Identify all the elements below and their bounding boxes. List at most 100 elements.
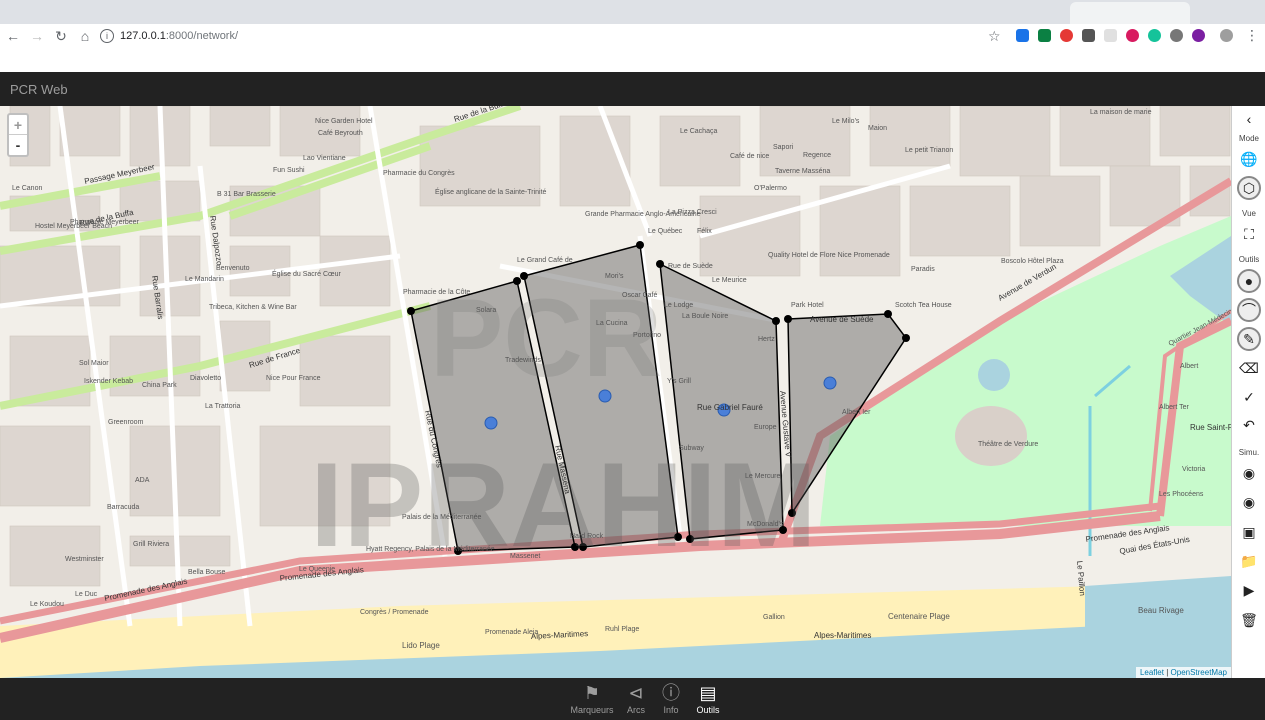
tab-marqueurs[interactable]: ⚑ Marqueurs xyxy=(570,681,614,719)
poi-greenroom: Greenroom xyxy=(108,419,144,426)
extension-color-icon[interactable] xyxy=(1126,29,1139,42)
poi-trattoria: La Trattoria xyxy=(205,403,241,410)
leaflet-link[interactable]: Leaflet xyxy=(1140,668,1164,677)
poi-bellabouse: Bella Bouse xyxy=(188,569,225,576)
zoom-out-button[interactable]: - xyxy=(9,135,27,155)
poi-eglise-coeur: Église du Sacré Cœur xyxy=(272,269,342,278)
collapse-sidebar-button[interactable]: ‹ xyxy=(1235,108,1263,130)
poi-ys-grill: Y's Grill xyxy=(667,378,691,385)
poi-sol-maior: Sol Maior xyxy=(79,360,109,367)
poi-quality-hotel: Quality Hotel de Flore Nice Promenade xyxy=(768,252,890,259)
forward-arrow-icon[interactable]: → xyxy=(26,25,48,47)
browser-toolbar: ← → ↻ ⌂ i 127.0.0.1:8000/network/ ☆ xyxy=(0,24,1265,48)
poi-centenaire: Centenaire Plage xyxy=(888,612,950,621)
theatre-building xyxy=(955,406,1027,466)
trash-icon[interactable]: 🗑 xyxy=(1235,609,1263,631)
poi-hard-rock: Hard Rock xyxy=(570,533,604,540)
poi-hertz: Hertz xyxy=(758,336,775,343)
menu-dots-icon[interactable]: ⋮ xyxy=(1245,27,1259,44)
extension-history-icon[interactable] xyxy=(1170,29,1183,42)
info-icon[interactable]: i xyxy=(100,29,114,43)
extension-opera-icon[interactable] xyxy=(1060,29,1073,42)
extension-facebook-icon[interactable] xyxy=(1082,29,1095,42)
poi-le-queenie: Le Queenie xyxy=(299,566,335,573)
polygon-icon[interactable]: ⬡ xyxy=(1237,176,1261,200)
poi-europe: Europe xyxy=(754,424,777,431)
poi-victoria: Victoria xyxy=(1182,466,1205,473)
poi-le-duc: Le Duc xyxy=(75,591,98,598)
browser-tab[interactable] xyxy=(1070,2,1190,24)
extension-cast-icon[interactable] xyxy=(1016,29,1029,42)
poi-grill-riviera: Grill Riviera xyxy=(133,541,169,548)
poi-le-cachaca: Le Cachaça xyxy=(680,128,717,135)
poi-felix: Félix xyxy=(697,228,712,235)
extension-blank-icon[interactable] xyxy=(1104,29,1117,42)
app-title[interactable]: PCR Web xyxy=(10,82,68,97)
poi-amiral: Albert xyxy=(1180,363,1198,370)
fountain xyxy=(978,359,1010,391)
poi-tradewind: Tradewinds xyxy=(505,357,541,364)
poi-lido: Lido Plage xyxy=(402,641,440,650)
fullscreen-icon[interactable]: ⛶ xyxy=(1235,223,1263,245)
extension-avatar-icon[interactable] xyxy=(1220,29,1233,42)
outils-label: Outils xyxy=(1238,255,1260,264)
simu-label: Simu. xyxy=(1238,448,1260,457)
poi-nice-pour-france: Nice Pour France xyxy=(266,375,321,382)
back-arrow-icon[interactable]: ← xyxy=(2,25,24,47)
globe-icon[interactable]: 🌐 xyxy=(1235,148,1263,170)
poi-pharm-cote: Pharmacie de la Côte xyxy=(403,289,470,296)
poi-cafe-nice: Café de nice xyxy=(730,153,769,160)
check-icon[interactable]: ✓ xyxy=(1235,386,1263,408)
bookmark-star-icon[interactable]: ☆ xyxy=(988,28,1001,45)
pencil-icon[interactable]: ✎ xyxy=(1237,327,1261,351)
extension-bw-icon[interactable] xyxy=(1038,29,1051,42)
poi-petit-trianon: Le petit Trianon xyxy=(905,147,953,154)
poi-solara: Solara xyxy=(476,307,496,314)
poi-hyatt: Hyatt Regency, Palais de la Méditerranée xyxy=(366,546,495,553)
undo-icon[interactable]: ↶ xyxy=(1235,414,1263,436)
poi-le-lodge: Le Lodge xyxy=(664,302,693,309)
poi-scotch: Scotch Tea House xyxy=(895,302,952,309)
poi-iskender: Iskender Kebab xyxy=(84,378,133,385)
poi-la-pizza: La Pizza Cresci xyxy=(668,209,717,216)
poi-le-canon: Le Canon xyxy=(12,185,42,192)
poi-mcdonalds: McDonald's xyxy=(747,521,784,528)
home-icon[interactable]: ⌂ xyxy=(74,25,96,47)
poi-taverne: Taverne Masséna xyxy=(775,168,830,175)
tab-outils[interactable]: ▤ Outils xyxy=(686,681,730,719)
address-bar[interactable]: i 127.0.0.1:8000/network/ xyxy=(96,26,1011,46)
bookmarks-bar xyxy=(0,48,1265,72)
url-path: :8000/network/ xyxy=(165,30,239,42)
poi-ada: ADA xyxy=(135,477,150,484)
poi-le-koudou: Le Koudou xyxy=(30,601,64,608)
poi-subway: Subway xyxy=(679,445,704,452)
eraser-icon[interactable]: ⌫ xyxy=(1235,357,1263,379)
extension-grammarly-icon[interactable] xyxy=(1148,29,1161,42)
poi-tribeca: Tribeca, Kitchen & Wine Bar xyxy=(209,304,297,311)
map-canvas[interactable]: PCR IPRAHIM Rue de la Buffa Rue de la Bu… xyxy=(0,106,1231,678)
reload-icon[interactable]: ↻ xyxy=(50,25,72,47)
poi-albert-i: Albert Ier xyxy=(842,409,871,416)
open-folder-icon[interactable]: 📁 xyxy=(1235,550,1263,572)
save-icon[interactable]: ◉ xyxy=(1235,462,1263,484)
tab-marqueurs-label: Marqueurs xyxy=(570,705,614,715)
poi-les-phoceens: Les Phocéens xyxy=(1159,491,1204,498)
zoom-in-button[interactable]: + xyxy=(9,115,27,135)
floppy-icon[interactable]: ▣ xyxy=(1235,521,1263,543)
save-as-icon[interactable]: ◉ xyxy=(1235,491,1263,513)
poi-pharm-congres: Pharmacie du Congrès xyxy=(383,170,455,177)
extension-purple-icon[interactable] xyxy=(1192,29,1205,42)
label-suede: Avenue de Suède xyxy=(810,315,874,324)
play-icon[interactable]: ▶ xyxy=(1235,579,1263,601)
poi-rue-suede: Rue de Suède xyxy=(668,263,713,270)
map-view[interactable]: PCR IPRAHIM Rue de la Buffa Rue de la Bu… xyxy=(0,106,1231,678)
poi-diavoletto: Diavoletto xyxy=(190,375,221,382)
poi-mori: Mori's xyxy=(605,273,624,280)
poi-le-mercure: Le Mercure xyxy=(745,473,781,480)
poi-congres-promenade: Congrès / Promenade xyxy=(360,609,429,616)
marker-icon[interactable]: ● xyxy=(1237,269,1261,293)
poi-albert-ter: Albert Ter xyxy=(1159,404,1189,411)
arc-icon[interactable]: ⌒ xyxy=(1237,298,1261,322)
poi-barracuda: Barracuda xyxy=(107,504,139,511)
osm-link[interactable]: OpenStreetMap xyxy=(1171,668,1227,677)
